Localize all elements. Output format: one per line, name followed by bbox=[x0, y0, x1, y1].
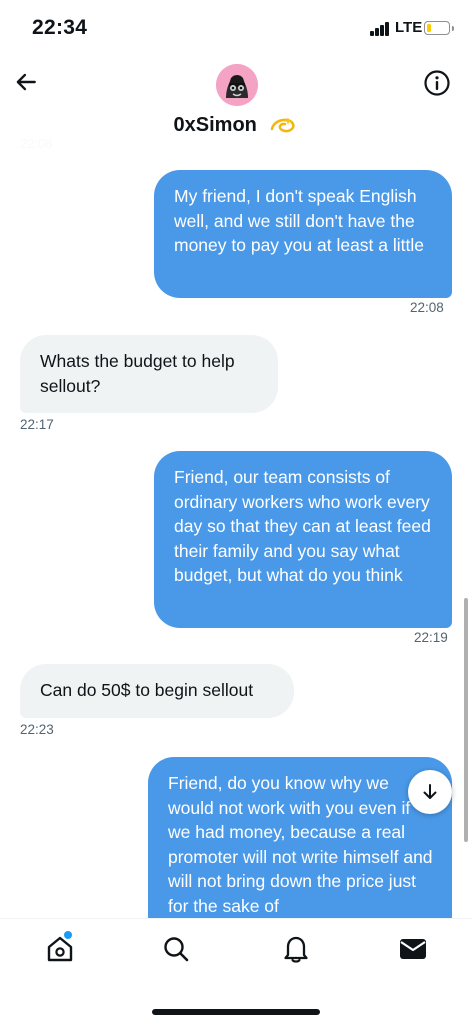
message-text: Friend, do you know why we would not wor… bbox=[168, 773, 433, 916]
dizzy-emoji-icon bbox=[271, 116, 296, 132]
received-message-bubble[interactable]: Can do 50$ to begin sellout bbox=[20, 664, 294, 718]
home-icon bbox=[47, 936, 73, 962]
home-indicator bbox=[152, 1009, 320, 1015]
message-text: Whats the budget to help sellout? bbox=[40, 351, 235, 396]
message-timestamp: 22:23 bbox=[20, 722, 54, 737]
conversation-header: 0xSimon bbox=[0, 56, 472, 148]
contact-name-text: 0xSimon bbox=[173, 114, 257, 137]
contact-name[interactable]: 0xSimon bbox=[0, 114, 472, 137]
notification-dot bbox=[64, 931, 72, 939]
bottom-navigation bbox=[0, 918, 472, 1024]
nav-search-button[interactable] bbox=[160, 933, 192, 965]
battery-icon bbox=[424, 21, 454, 35]
sent-message-bubble[interactable]: Friend, our team consists of ordinary wo… bbox=[154, 451, 452, 628]
arrow-down-icon bbox=[423, 784, 437, 799]
nav-messages-button[interactable] bbox=[397, 933, 429, 965]
message-timestamp: 22:08 bbox=[410, 300, 444, 315]
status-bar: 22:34 LTE bbox=[0, 0, 472, 56]
conversation-info-button[interactable] bbox=[423, 69, 451, 97]
message-text: Can do 50$ to begin sellout bbox=[40, 680, 254, 700]
messages-envelope-icon bbox=[400, 939, 426, 959]
signal-strength-icon bbox=[370, 22, 390, 36]
nav-notifications-button[interactable] bbox=[280, 933, 312, 965]
message-text: My friend, I don't speak English well, a… bbox=[174, 186, 424, 255]
search-icon bbox=[164, 937, 189, 962]
back-button[interactable] bbox=[12, 68, 40, 96]
notifications-bell-icon bbox=[284, 936, 308, 963]
arrow-left-icon bbox=[16, 73, 36, 91]
nav-home-button[interactable] bbox=[44, 933, 76, 965]
info-circle-icon bbox=[424, 70, 450, 96]
network-type: LTE bbox=[395, 19, 423, 36]
status-time: 22:34 bbox=[32, 16, 88, 39]
scrollbar[interactable] bbox=[464, 598, 468, 842]
message-timestamp: 22:17 bbox=[20, 417, 54, 432]
sent-message-bubble[interactable]: My friend, I don't speak English well, a… bbox=[154, 170, 452, 298]
received-message-bubble[interactable]: Whats the budget to help sellout? bbox=[20, 335, 278, 413]
message-timestamp: 22:19 bbox=[414, 630, 448, 645]
contact-avatar[interactable] bbox=[216, 64, 258, 106]
message-text: Friend, our team consists of ordinary wo… bbox=[174, 467, 431, 585]
scroll-to-bottom-button[interactable] bbox=[408, 770, 452, 814]
